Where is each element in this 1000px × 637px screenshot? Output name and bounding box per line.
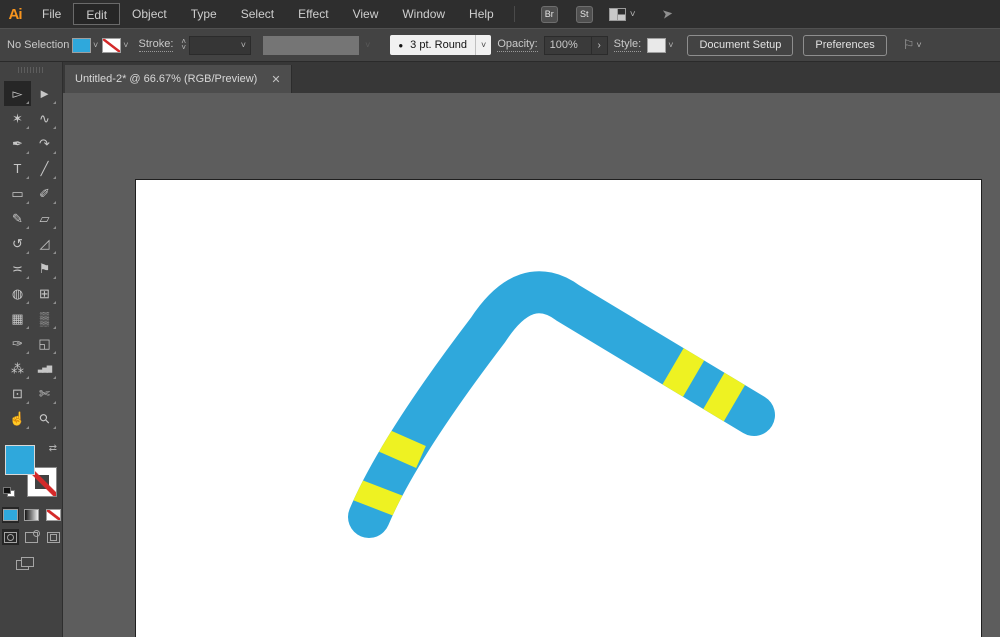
fill-stroke-widget: ⇄ [3, 443, 59, 499]
bridge-button[interactable]: Br [540, 5, 558, 23]
draw-inside-button[interactable] [45, 529, 62, 545]
tool-paintbrush[interactable]: ✐ [31, 181, 58, 206]
tool-width[interactable]: ≍ [4, 256, 31, 281]
tool-pen[interactable]: ✒ [4, 131, 31, 156]
tool-rotate[interactable]: ↺ [4, 231, 31, 256]
tool-selection[interactable]: ▻ [4, 81, 31, 106]
tools-panel: ▻ ► ✶ ∿ ✒ ↷ T ╱ ▭ ✐ ✎ ▱ ↺ ◿ ≍ ⚑ ◍ ⊞ ▦ ▒ … [0, 62, 63, 637]
select-similar-chevron-icon[interactable]: ˅ [914, 40, 925, 50]
workspace-chevron-icon[interactable]: ˅ [630, 9, 636, 20]
style-label[interactable]: Style: [613, 38, 642, 52]
tool-direct-selection[interactable]: ► [31, 81, 58, 106]
brush-preview-dot: ● [398, 40, 404, 50]
stroke-color-none-swatch[interactable] [102, 37, 122, 53]
opacity-panel-arrow-icon[interactable]: › [591, 35, 608, 55]
preferences-button[interactable]: Preferences [803, 34, 887, 56]
menu-view[interactable]: View [341, 3, 391, 25]
tool-column-graph[interactable]: ▃▅▇ [31, 356, 58, 381]
fill-chevron-icon[interactable]: ˅ [91, 40, 102, 50]
tool-eyedropper[interactable]: ✑ [4, 331, 31, 356]
tool-eraser[interactable]: ▱ [31, 206, 58, 231]
menu-edit[interactable]: Edit [73, 3, 121, 25]
boomerang-body[interactable] [348, 271, 775, 538]
stroke-label[interactable]: Stroke: [138, 38, 174, 52]
tool-perspective-grid[interactable]: ⊞ [31, 281, 58, 306]
menu-window[interactable]: Window [390, 3, 457, 25]
tool-gradient[interactable]: ▒ [31, 306, 58, 331]
workspace-switcher-icon[interactable] [608, 7, 626, 21]
opacity-input[interactable]: 100% [543, 35, 592, 55]
document-tab-bar: Untitled-2* @ 66.67% (RGB/Preview) ✕ [63, 62, 1000, 93]
menu-bar: Ai File Edit Object Type Select Effect V… [0, 0, 1000, 28]
publish-icon[interactable]: ➤ [661, 5, 674, 22]
app-logo: Ai [8, 5, 23, 23]
tool-lasso[interactable]: ∿ [31, 106, 58, 131]
tool-artboard[interactable]: ⊡ [4, 381, 31, 406]
tool-type[interactable]: T [4, 156, 31, 181]
paint-gradient-button[interactable] [23, 507, 40, 523]
drawing-modes-row [2, 529, 62, 545]
menu-file[interactable]: File [30, 3, 73, 25]
brush-name: 3 pt. Round [410, 39, 468, 51]
screen-mode-icon[interactable] [16, 557, 34, 570]
selection-status: No Selection [7, 39, 70, 51]
control-bar: No Selection ˅ ˅ Stroke: ˄ ˅ ˅ ˅ ● 3 pt.… [0, 28, 1000, 62]
tool-curvature[interactable]: ↷ [31, 131, 58, 156]
fill-swatch[interactable] [5, 445, 35, 475]
tool-symbol-sprayer[interactable]: ⁂ [4, 356, 31, 381]
paint-color-button[interactable] [2, 507, 20, 523]
stroke-weight-stepper[interactable]: ˄ ˅ [181, 38, 186, 52]
draw-behind-button[interactable] [23, 529, 41, 545]
menubar-divider [513, 6, 515, 22]
tool-scale[interactable]: ◿ [31, 231, 58, 256]
tool-shape-builder[interactable]: ◍ [4, 281, 31, 306]
menu-type[interactable]: Type [179, 3, 229, 25]
stroke-weight-combo[interactable]: ˅ [189, 35, 252, 55]
swap-fill-stroke-icon[interactable]: ⇄ [49, 443, 57, 454]
paint-style-row [2, 507, 62, 523]
stepper-down-icon[interactable]: ˅ [181, 44, 186, 52]
tool-zoom[interactable]: ⚲ [31, 406, 58, 431]
style-swatch[interactable] [647, 37, 667, 53]
stroke-weight-chevron-icon[interactable]: ˅ [239, 40, 250, 50]
menu-object[interactable]: Object [120, 3, 179, 25]
tool-slice[interactable]: ✄ [31, 381, 58, 406]
brush-chevron-icon[interactable]: ˅ [475, 35, 491, 55]
paint-none-button[interactable] [45, 507, 62, 523]
document-tab[interactable]: Untitled-2* @ 66.67% (RGB/Preview) ✕ [65, 65, 292, 93]
opacity-label[interactable]: Opacity: [497, 38, 538, 52]
menu-select[interactable]: Select [229, 3, 286, 25]
document-tab-title: Untitled-2* @ 66.67% (RGB/Preview) [75, 73, 258, 85]
select-similar-icon[interactable]: ⚐ [903, 37, 915, 53]
tool-puppet-warp[interactable]: ⚑ [31, 256, 58, 281]
draw-normal-button[interactable] [2, 529, 20, 545]
tool-line-segment[interactable]: ╱ [31, 156, 58, 181]
tool-hand[interactable]: ☝ [4, 406, 31, 431]
stroke-none-chevron-icon[interactable]: ˅ [121, 40, 132, 50]
artboard[interactable] [135, 179, 982, 637]
menu-help[interactable]: Help [457, 3, 506, 25]
stock-button[interactable]: St [575, 5, 593, 23]
tool-grid: ▻ ► ✶ ∿ ✒ ↷ T ╱ ▭ ✐ ✎ ▱ ↺ ◿ ≍ ⚑ ◍ ⊞ ▦ ▒ … [0, 81, 62, 431]
style-chevron-icon[interactable]: ˅ [666, 40, 677, 50]
variable-width-combo-disabled [263, 35, 360, 55]
tab-close-icon[interactable]: ✕ [271, 73, 280, 86]
boomerang-artwork[interactable] [136, 180, 981, 637]
variable-width-chevron-icon: ˅ [365, 40, 371, 50]
toolbar-drag-grip[interactable] [18, 67, 44, 73]
tool-magic-wand[interactable]: ✶ [4, 106, 31, 131]
tool-blend[interactable]: ◱ [31, 331, 58, 356]
canvas-pasteboard[interactable] [63, 93, 1000, 637]
tool-pencil[interactable]: ✎ [4, 206, 31, 231]
menu-effect[interactable]: Effect [286, 3, 340, 25]
tool-rectangle[interactable]: ▭ [4, 181, 31, 206]
fill-color-swatch[interactable] [72, 37, 91, 53]
tool-mesh[interactable]: ▦ [4, 306, 31, 331]
default-fill-stroke-icon[interactable] [3, 487, 15, 497]
document-setup-button[interactable]: Document Setup [687, 34, 794, 56]
brush-definition-dropdown[interactable]: ● 3 pt. Round ˅ [390, 35, 492, 55]
